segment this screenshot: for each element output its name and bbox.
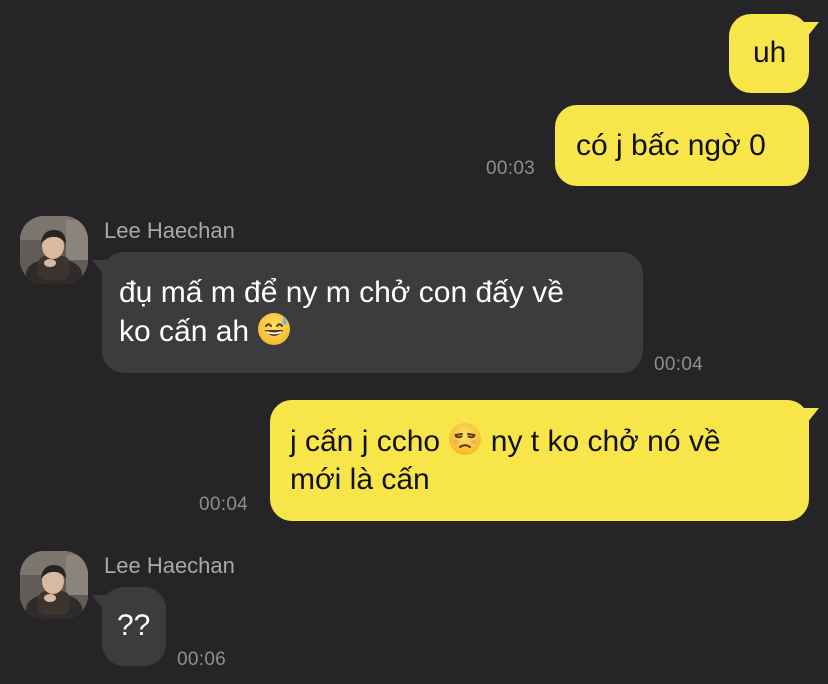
sender-name: Lee Haechan [104, 553, 235, 578]
message-text-line-1: j cấn j ccho ny t ko chở nó về [290, 422, 809, 461]
grinning-sweat-emoji-icon [258, 313, 291, 345]
outgoing-message-bubble[interactable]: có j bấc ngờ 0 [555, 105, 809, 186]
message-text-line-2: mới là cấn [290, 463, 430, 496]
unamused-face-emoji-icon [449, 423, 482, 455]
incoming-message-bubble[interactable]: ?? [92, 587, 166, 666]
outgoing-message-bubble[interactable]: j cấn j ccho ny t ko chở nó về mới là cấ… [270, 400, 819, 521]
message-text: ?? [117, 609, 151, 642]
message-timestamp: 00:04 [199, 494, 249, 515]
bubble-tail [92, 260, 108, 280]
message-text-line-2: ko cấn ah [119, 312, 643, 351]
bubble-tail [92, 595, 108, 615]
profile-photo-icon [20, 551, 88, 619]
message-text: có j bấc ngờ 0 [576, 129, 766, 162]
message-text: uh [753, 36, 787, 69]
message-text-fragment: ko cấn ah [119, 315, 250, 348]
sender-name: Lee Haechan [104, 218, 235, 243]
message-timestamp: 00:06 [177, 649, 227, 670]
outgoing-message-bubble[interactable]: uh [729, 14, 819, 93]
message-text-fragment: ny t ko chở nó về [490, 425, 721, 458]
message-text-fragment: j cấn j ccho [290, 425, 441, 458]
incoming-message-bubble[interactable]: đụ mấ m để ny m chở con đấy về ko cấn ah [92, 252, 643, 373]
avatar[interactable] [20, 216, 88, 284]
avatar[interactable] [20, 551, 88, 619]
profile-photo-icon [20, 216, 88, 284]
message-timestamp: 00:04 [654, 354, 704, 375]
message-timestamp: 00:03 [486, 158, 536, 179]
message-text-line-1: đụ mấ m để ny m chở con đấy về [119, 276, 564, 309]
